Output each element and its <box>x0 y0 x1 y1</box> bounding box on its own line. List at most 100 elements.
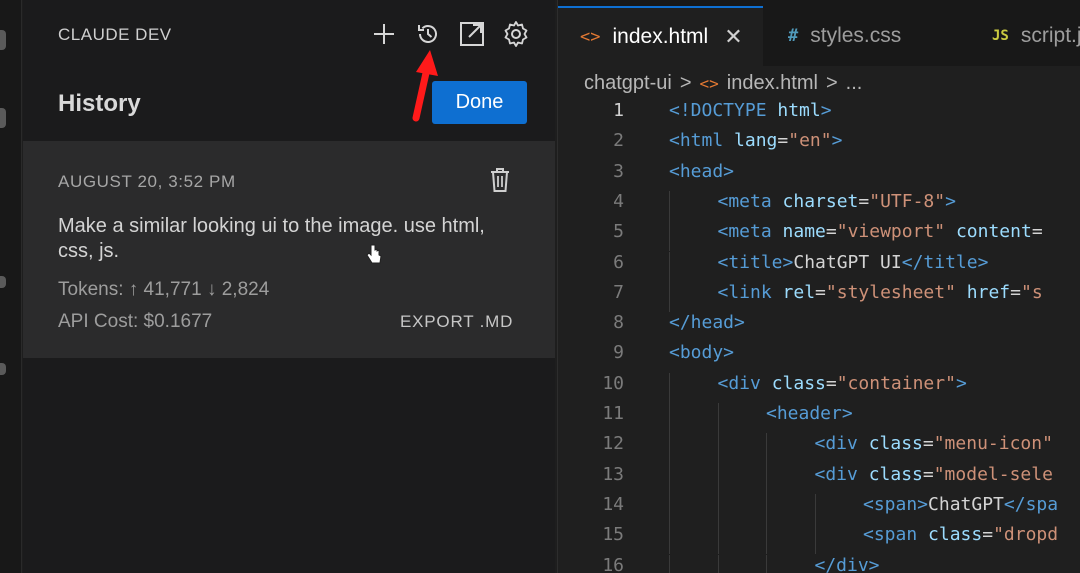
done-button[interactable]: Done <box>432 81 527 124</box>
code-token: class <box>928 524 983 546</box>
tokens-in: ↑ 41,771 <box>128 279 202 300</box>
breadcrumb-file[interactable]: index.html <box>727 72 818 95</box>
tokens-out: ↓ 2,824 <box>206 279 270 300</box>
history-bar: History Done <box>23 68 555 141</box>
line-number: 11 <box>602 403 624 424</box>
code-line[interactable]: 9 <body> <box>558 342 1080 372</box>
indent-guide <box>669 403 670 434</box>
code-token: <div <box>814 463 869 485</box>
code-line[interactable]: 5 <meta name="viewport" content= <box>558 221 1080 252</box>
indent-guide <box>669 524 670 555</box>
code-text: <header> <box>766 403 853 424</box>
line-number: 8 <box>613 312 624 334</box>
code-text: <meta charset="UTF-8"> <box>718 191 956 212</box>
history-item[interactable]: AUGUST 20, 3:52 PM Make a similar lookin… <box>23 141 555 358</box>
activity-icon[interactable] <box>0 276 6 288</box>
tab-script-js[interactable]: JS script.js <box>970 6 1080 66</box>
code-line[interactable]: 12 <div class="menu-icon" <box>558 433 1080 464</box>
history-item-cost: API Cost: $0.1677 <box>58 311 212 333</box>
export-md-button[interactable]: EXPORT .MD <box>400 312 513 332</box>
breadcrumb-folder[interactable]: chatgpt-ui <box>584 72 672 95</box>
indent-guide <box>669 433 670 464</box>
indent-guide <box>766 433 767 464</box>
indent-guide <box>669 190 670 222</box>
code-line[interactable]: 8 </head> <box>558 312 1080 342</box>
code-line[interactable]: 2 <html lang="en"> <box>558 130 1080 160</box>
code-token: html <box>777 100 821 121</box>
code-line[interactable]: 3 <head> <box>558 161 1080 191</box>
code-editor: <> index.html ✕ # styles.css JS script.j… <box>557 0 1080 573</box>
code-line[interactable]: 1 <!DOCTYPE html> <box>558 100 1080 130</box>
code-line[interactable]: 11 <header> <box>558 403 1080 434</box>
code-line[interactable]: 13 <div class="model-sele <box>558 463 1080 494</box>
activity-icon[interactable] <box>0 363 6 375</box>
trash-icon[interactable] <box>489 167 513 193</box>
tab-label: script.js <box>1020 24 1080 47</box>
breadcrumb-more[interactable]: ... <box>846 72 863 95</box>
code-token: "model-sele <box>933 463 1053 485</box>
code-line[interactable]: 4 <meta charset="UTF-8"> <box>558 190 1080 222</box>
claude-dev-panel: CLAUDE DEV History Done AUGUST 20, 3:52 … <box>23 0 555 573</box>
code-token: = <box>825 372 837 394</box>
indent-guide <box>669 221 670 252</box>
panel-header: CLAUDE DEV <box>23 0 555 68</box>
code-text: <div class="container"> <box>718 373 967 394</box>
html-file-icon: <> <box>580 27 601 47</box>
line-number: 7 <box>613 281 624 303</box>
code-token: = <box>815 281 826 303</box>
line-number: 12 <box>602 433 624 455</box>
code-token: lang <box>734 130 778 152</box>
code-token: <header> <box>766 403 853 424</box>
indent-guide <box>669 372 670 403</box>
code-line[interactable]: 14 <span>ChatGPT</spa <box>558 493 1080 525</box>
history-icon[interactable] <box>414 20 442 48</box>
code-line[interactable]: 10 <div class="container"> <box>558 372 1080 403</box>
code-text: <head> <box>669 161 734 182</box>
code-token: </div> <box>814 554 880 573</box>
history-item-tokens: Tokens: ↑ 41,771 ↓ 2,824 <box>58 279 269 301</box>
indent-guide <box>669 493 670 525</box>
indent-guide <box>717 524 719 555</box>
cost-value: $0.1677 <box>143 311 213 332</box>
line-number: 1 <box>613 100 624 121</box>
gear-icon[interactable] <box>502 20 530 48</box>
code-text: <div class="menu-icon" <box>815 433 1053 454</box>
activity-bar <box>0 0 22 573</box>
code-token: = <box>825 221 837 243</box>
tab-label: index.html <box>612 25 709 48</box>
code-token: content <box>955 221 1032 243</box>
code-line[interactable]: 6 <title>ChatGPT UI</title> <box>558 251 1080 282</box>
code-line[interactable]: 16 </div> <box>558 554 1080 573</box>
code-text: </div> <box>815 555 880 573</box>
activity-icon[interactable] <box>0 108 6 128</box>
code-text: <span>ChatGPT</spa <box>863 494 1058 515</box>
code-token: ChatGPT UI <box>793 251 902 273</box>
code-token: class <box>771 372 826 394</box>
external-link-icon[interactable] <box>458 20 486 48</box>
red-arrow-annotation-icon <box>412 50 438 122</box>
code-text: <div class="model-sele <box>815 464 1053 485</box>
css-file-icon: # <box>788 26 799 46</box>
breadcrumb: chatgpt-ui > <> index.html > ... <box>584 72 870 95</box>
indent-guide <box>717 554 719 573</box>
code-token: <div <box>814 433 869 455</box>
plus-icon[interactable] <box>370 20 398 48</box>
code-token: > <box>955 372 967 394</box>
line-number: 15 <box>602 524 624 546</box>
close-icon[interactable]: ✕ <box>724 24 742 50</box>
indent-guide <box>669 251 670 282</box>
tab-styles-css[interactable]: # styles.css <box>766 6 966 66</box>
code-line[interactable]: 7 <link rel="stylesheet" href="s <box>558 281 1080 313</box>
history-item-task: Make a similar looking ui to the image. … <box>58 215 485 262</box>
code-token: charset <box>782 190 859 212</box>
tab-index-html[interactable]: <> index.html ✕ <box>558 6 763 66</box>
code-text: <html lang="en"> <box>669 130 842 151</box>
indent-guide <box>669 554 670 573</box>
activity-icon[interactable] <box>0 30 6 50</box>
code-token: </title> <box>901 251 989 273</box>
line-number: 4 <box>613 190 624 212</box>
code-line[interactable]: 15 <span class="dropd <box>558 524 1080 555</box>
code-token: "en" <box>788 130 832 152</box>
